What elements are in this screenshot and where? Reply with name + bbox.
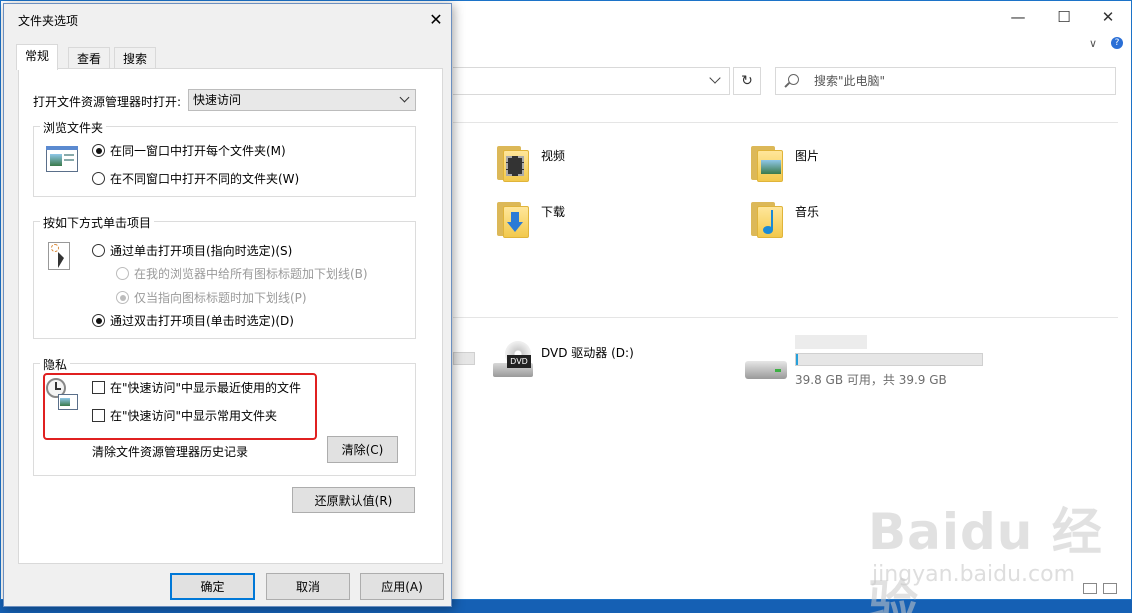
group-title: 浏览文件夹 <box>40 119 107 136</box>
clear-history-label: 清除文件资源管理器历史记录 <box>92 445 249 459</box>
red-highlight-box <box>43 373 317 440</box>
search-input[interactable]: 搜索"此电脑" <box>775 67 1116 95</box>
open-explorer-label: 打开文件资源管理器时打开: <box>33 95 182 109</box>
chevron-down-icon <box>399 92 410 103</box>
radio-button[interactable] <box>92 244 105 257</box>
window-icon <box>46 146 78 172</box>
drive-label-local[interactable] <box>795 335 867 349</box>
minimize-button[interactable]: — <box>995 1 1041 33</box>
refresh-button[interactable]: ↻ <box>733 67 761 95</box>
radio-button[interactable] <box>92 314 105 327</box>
radio-button[interactable] <box>116 291 129 304</box>
radio-label: 仅当指向图标标题时加下划线(P) <box>134 291 307 305</box>
hard-drive-icon[interactable] <box>745 357 789 383</box>
radio-underline-all[interactable]: 在我的浏览器中给所有图标标题加下划线(B) <box>116 265 368 282</box>
folder-label-music[interactable]: 音乐 <box>795 203 819 220</box>
cursor-click-icon <box>48 242 76 274</box>
music-folder-icon[interactable] <box>749 200 785 238</box>
address-bar[interactable] <box>453 67 730 95</box>
folder-label-downloads[interactable]: 下载 <box>541 203 565 220</box>
drive-usage-bar <box>453 352 475 365</box>
group-title: 隐私 <box>40 356 71 373</box>
open-explorer-value: 快速访问 <box>193 93 242 107</box>
radio-underline-point[interactable]: 仅当指向图标标题时加下划线(P) <box>116 289 307 306</box>
folder-label-pictures[interactable]: 图片 <box>795 147 819 164</box>
tab-search[interactable]: 搜索 <box>114 47 157 70</box>
browse-folders-group: 浏览文件夹 在同一窗口中打开每个文件夹(M) 在不同窗口中打开不同的文件夹(W) <box>33 119 416 197</box>
folder-label-videos[interactable]: 视频 <box>541 147 565 164</box>
dvd-drive-icon[interactable]: DVD <box>491 341 535 381</box>
radio-same-window[interactable]: 在同一窗口中打开每个文件夹(M) <box>92 142 286 159</box>
watermark-url: jingyan.baidu.com <box>872 562 1076 587</box>
tab-view[interactable]: 查看 <box>68 47 111 70</box>
video-folder-icon[interactable] <box>495 144 531 182</box>
pictures-folder-icon[interactable] <box>749 144 785 182</box>
clear-button[interactable]: 清除(C) <box>327 436 398 463</box>
group-title: 按如下方式单击项目 <box>40 214 155 231</box>
drive-space-text: 39.8 GB 可用，共 39.9 GB <box>795 373 947 387</box>
downloads-folder-icon[interactable] <box>495 200 531 238</box>
radio-label: 在我的浏览器中给所有图标标题加下划线(B) <box>134 267 368 281</box>
restore-defaults-button[interactable]: 还原默认值(R) <box>292 487 415 513</box>
radio-button[interactable] <box>92 144 105 157</box>
radio-button[interactable] <box>116 267 129 280</box>
chevron-down-icon[interactable] <box>709 72 721 84</box>
radio-single-click[interactable]: 通过单击打开项目(指向时选定)(S) <box>92 242 292 259</box>
radio-label: 通过双击打开项目(单击时选定)(D) <box>110 314 294 328</box>
radio-button[interactable] <box>92 172 105 185</box>
search-placeholder: 搜索"此电脑" <box>814 74 886 88</box>
radio-label: 通过单击打开项目(指向时选定)(S) <box>110 244 293 258</box>
maximize-button[interactable]: ☐ <box>1041 1 1087 33</box>
click-items-group: 按如下方式单击项目 通过单击打开项目(指向时选定)(S) 在我的浏览器中给所有图… <box>33 214 416 339</box>
watermark-logo: Baidu 经验 <box>868 503 1103 613</box>
tab-general[interactable]: 常规 <box>16 44 59 70</box>
dialog-title: 文件夹选项 <box>18 14 79 28</box>
close-window-button[interactable]: ✕ <box>1085 1 1131 33</box>
radio-label: 在同一窗口中打开每个文件夹(M) <box>110 144 286 158</box>
ribbon-expand-icon[interactable]: ∨ <box>1089 37 1097 50</box>
open-explorer-dropdown[interactable]: 快速访问 <box>188 89 416 111</box>
search-icon <box>788 74 799 85</box>
ok-button[interactable]: 确定 <box>170 573 255 600</box>
drive-label-dvd[interactable]: DVD 驱动器 (D:) <box>541 344 634 361</box>
folder-options-dialog: 文件夹选项 ✕ 常规 查看 搜索 打开文件资源管理器时打开: 快速访问 浏览文件… <box>3 3 452 607</box>
separator <box>453 122 1118 123</box>
separator <box>453 317 1118 318</box>
radio-double-click[interactable]: 通过双击打开项目(单击时选定)(D) <box>92 312 294 329</box>
close-icon[interactable]: ✕ <box>421 4 451 34</box>
refresh-icon: ↻ <box>741 73 753 89</box>
cancel-button[interactable]: 取消 <box>266 573 350 600</box>
drive-usage-bar <box>795 353 983 366</box>
radio-label: 在不同窗口中打开不同的文件夹(W) <box>110 172 300 186</box>
help-icon[interactable]: ? <box>1111 37 1123 49</box>
apply-button[interactable]: 应用(A) <box>360 573 444 600</box>
radio-different-window[interactable]: 在不同窗口中打开不同的文件夹(W) <box>92 170 299 187</box>
